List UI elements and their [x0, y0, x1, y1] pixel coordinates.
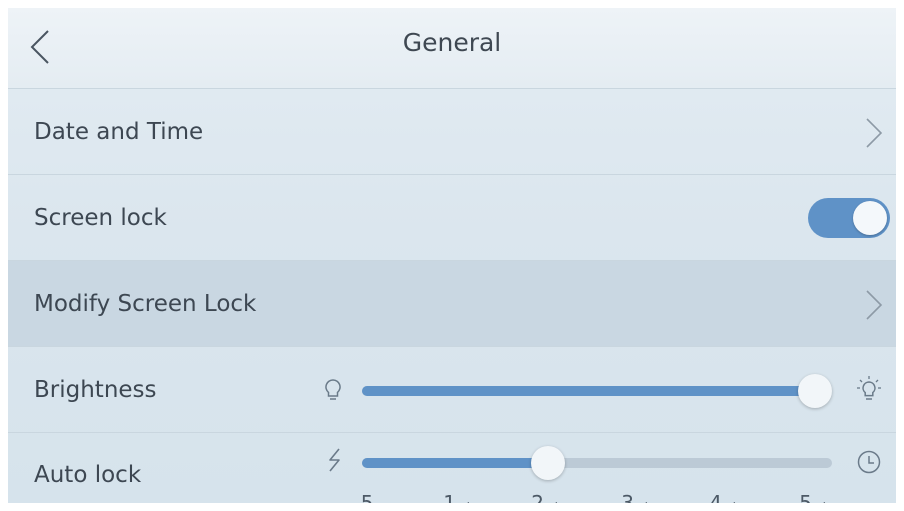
row-label-screen-lock: Screen lock: [34, 205, 167, 231]
row-date-and-time[interactable]: Date and Time: [8, 88, 896, 175]
settings-screen: General Date and Time Screen lock Modify…: [8, 8, 896, 503]
tick-label[interactable]: 3min: [621, 491, 654, 503]
tick-label[interactable]: 5s: [361, 491, 379, 503]
row-label-brightness: Brightness: [34, 377, 157, 403]
lightning-icon: [329, 448, 340, 472]
tick-label[interactable]: 4min: [709, 491, 742, 503]
auto-lock-thumb[interactable]: [531, 446, 565, 480]
brightness-fill: [362, 386, 815, 396]
tick-unit: min: [544, 500, 565, 503]
tick-number: 5: [799, 491, 812, 503]
auto-lock-slider[interactable]: [362, 446, 832, 480]
clock-icon: [857, 450, 881, 474]
row-label-auto-lock: Auto lock: [34, 462, 142, 488]
toggle-knob: [853, 201, 887, 235]
tick-label[interactable]: 5min: [799, 491, 832, 503]
chevron-right-icon: [866, 290, 883, 320]
row-modify-screen-lock[interactable]: Modify Screen Lock: [8, 260, 896, 347]
tick-number: 3: [621, 491, 634, 503]
header-bar: General: [8, 8, 896, 88]
brightness-slider[interactable]: [362, 374, 832, 408]
auto-lock-tick-labels: 5s1min2min3min4min5min: [8, 491, 896, 503]
chevron-right-icon: [866, 118, 883, 148]
tick-label[interactable]: 2min: [531, 491, 564, 503]
row-brightness: Brightness: [8, 346, 896, 433]
tick-unit: s: [374, 500, 380, 503]
tick-label[interactable]: 1min: [443, 491, 476, 503]
page-title: General: [402, 28, 502, 57]
brightness-thumb[interactable]: [798, 374, 832, 408]
row-label-modify-screen-lock: Modify Screen Lock: [34, 291, 257, 317]
auto-lock-fill: [362, 458, 548, 468]
tick-number: 4: [709, 491, 722, 503]
tick-number: 5: [360, 491, 374, 503]
row-screen-lock: Screen lock: [8, 174, 896, 261]
bulb-on-icon: [857, 376, 881, 400]
tick-unit: min: [722, 500, 743, 503]
tick-unit: min: [812, 500, 833, 503]
tick-unit: min: [634, 500, 655, 503]
bulb-off-icon: [325, 379, 341, 400]
tick-number: 2: [531, 491, 544, 503]
screen-lock-toggle[interactable]: [808, 198, 890, 238]
tick-number: 1: [443, 491, 456, 503]
row-label-date-and-time: Date and Time: [34, 119, 204, 145]
tick-unit: min: [456, 500, 477, 503]
